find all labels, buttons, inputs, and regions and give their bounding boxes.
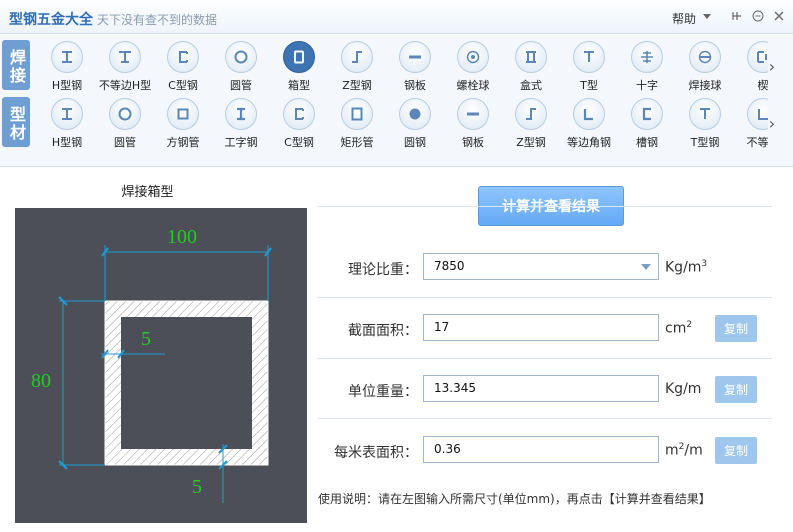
unequal-h-beam-icon[interactable] xyxy=(109,41,141,73)
area-unit: cm2 xyxy=(665,320,693,337)
welded-section-item[interactable]: Z型钢 xyxy=(328,37,386,95)
welded-section-item[interactable]: 盒式 xyxy=(502,37,560,95)
profile-section-item[interactable]: 钢板 xyxy=(444,94,502,152)
welded-section-item[interactable]: 楔 xyxy=(734,37,768,95)
welded-section-item[interactable]: 螺栓球 xyxy=(444,37,502,95)
profile-sections-row: H型钢圆管方钢管工字钢C型钢矩形管圆钢钢板Z型钢等边角钢槽钢T型钢不等边 xyxy=(38,94,768,152)
help-menu-button[interactable]: 帮助 xyxy=(672,10,696,27)
z-section-icon[interactable] xyxy=(515,98,547,130)
c-channel-icon[interactable] xyxy=(283,98,315,130)
box-section-icon[interactable] xyxy=(283,41,315,73)
width-dimension-label[interactable]: 100 xyxy=(167,226,197,248)
weight-label: 单位重量： xyxy=(348,384,418,400)
flange-thickness-label[interactable]: 5 xyxy=(192,476,202,498)
surface-label: 每米表面积： xyxy=(334,445,418,461)
round-bar-icon[interactable] xyxy=(399,98,431,130)
cross-section-icon[interactable] xyxy=(631,41,663,73)
h-beam-icon[interactable] xyxy=(51,98,83,130)
welded-ball-icon[interactable] xyxy=(689,41,721,73)
welded-section-item[interactable]: T型 xyxy=(560,37,618,95)
profile-section-item-label: 不等边 xyxy=(746,136,769,149)
steel-plate-icon[interactable] xyxy=(457,98,489,130)
channel-icon[interactable] xyxy=(631,98,663,130)
welded-section-item[interactable]: 箱型 xyxy=(270,37,328,95)
welded-section-item[interactable]: 十字 xyxy=(618,37,676,95)
welded-section-item[interactable]: C型钢 xyxy=(154,37,212,95)
welded-section-item[interactable]: 圆管 xyxy=(212,37,270,95)
weight-unit: Kg/m xyxy=(665,381,702,397)
profile-section-item[interactable]: C型钢 xyxy=(270,94,328,152)
diagram-title: 焊接箱型 xyxy=(121,185,174,200)
profile-section-item[interactable]: 矩形管 xyxy=(328,94,386,152)
area-label: 截面面积： xyxy=(348,323,418,339)
profile-section-item[interactable]: 工字钢 xyxy=(212,94,270,152)
category-tab-profiles[interactable]: 型材 xyxy=(2,97,30,147)
h-beam-icon[interactable] xyxy=(51,41,83,73)
profile-section-item[interactable]: Z型钢 xyxy=(502,94,560,152)
wall-thickness-label[interactable]: 5 xyxy=(141,328,151,350)
surface-field[interactable]: 0.36 xyxy=(423,436,659,463)
area-field[interactable]: 17 xyxy=(423,314,659,341)
box-type-icon[interactable] xyxy=(515,41,547,73)
surface-unit: m2/m xyxy=(665,442,703,459)
chevron-down-icon[interactable] xyxy=(703,14,711,19)
c-channel-icon[interactable] xyxy=(167,41,199,73)
divider xyxy=(318,358,772,359)
profile-section-item[interactable]: 不等边 xyxy=(734,94,768,152)
profile-section-item[interactable]: 槽钢 xyxy=(618,94,676,152)
profile-section-item[interactable]: 圆管 xyxy=(96,94,154,152)
usage-instructions: 使用说明：请在左图输入所需尺寸(单位mm)，再点击【计算并查看结果】 xyxy=(318,492,711,506)
close-icon[interactable] xyxy=(771,8,787,24)
bolt-ball-icon[interactable] xyxy=(457,41,489,73)
i-beam-icon[interactable] xyxy=(225,98,257,130)
title-bar: 型钢五金大全 天下没有查不到的数据 帮助 xyxy=(0,0,793,34)
round-tube-icon[interactable] xyxy=(225,41,257,73)
z-section-icon[interactable] xyxy=(341,41,373,73)
welded-section-item[interactable]: H型钢 xyxy=(38,37,96,95)
welded-section-item-label: 楔 xyxy=(757,79,769,92)
round-tube-icon[interactable] xyxy=(109,98,141,130)
profile-section-item[interactable]: 方钢管 xyxy=(154,94,212,152)
pin-icon[interactable] xyxy=(729,8,745,24)
welded-section-item[interactable]: 不等边H型 xyxy=(96,37,154,95)
profile-section-item[interactable]: 等边角钢 xyxy=(560,94,618,152)
density-label: 理论比重： xyxy=(348,262,418,278)
copy-weight-button[interactable]: 复制 xyxy=(715,376,757,403)
category-tab-welded[interactable]: 焊接 xyxy=(2,40,30,90)
profile-section-item[interactable]: T型钢 xyxy=(676,94,734,152)
density-select[interactable]: 7850 xyxy=(423,253,659,280)
main-content: 焊接箱型 100 80 5 5 计算并查看结果 理论比重： 7850 Kg/m3… xyxy=(0,168,793,532)
welded-section-item[interactable]: 焊接球 xyxy=(676,37,734,95)
minimize-icon[interactable] xyxy=(750,8,766,24)
density-unit: Kg/m3 xyxy=(665,259,708,276)
app-slogan: 天下没有查不到的数据 xyxy=(97,13,218,27)
section-toolbar: 焊接 型材 H型钢 不等边H型 C型钢 圆管 箱型 Z型钢 钢板 螺栓球 盒式 T型 十字 焊接球楔 … xyxy=(0,35,793,167)
welded-section-item[interactable]: 钢板 xyxy=(386,37,444,95)
equal-angle-icon[interactable] xyxy=(573,98,605,130)
t-section-icon[interactable] xyxy=(573,41,605,73)
height-dimension-label[interactable]: 80 xyxy=(31,370,51,392)
scroll-right-icon[interactable]: › xyxy=(765,114,779,134)
profile-section-item[interactable]: H型钢 xyxy=(38,94,96,152)
weight-field[interactable]: 13.345 xyxy=(423,375,659,402)
divider xyxy=(318,206,772,207)
square-tube-icon[interactable] xyxy=(167,98,199,130)
divider xyxy=(318,418,772,419)
welded-sections-row: H型钢 不等边H型 C型钢 圆管 箱型 Z型钢 钢板 螺栓球 盒式 T型 十字 焊接球楔 xyxy=(38,37,768,95)
chevron-down-icon[interactable] xyxy=(641,264,651,270)
rect-tube-icon[interactable] xyxy=(341,98,373,130)
divider xyxy=(318,297,772,298)
app-title: 型钢五金大全 xyxy=(9,12,93,28)
copy-surface-button[interactable]: 复制 xyxy=(715,437,757,464)
t-section-icon[interactable] xyxy=(689,98,721,130)
copy-area-button[interactable]: 复制 xyxy=(715,315,757,342)
profile-section-item[interactable]: 圆钢 xyxy=(386,94,444,152)
steel-plate-icon[interactable] xyxy=(399,41,431,73)
section-diagram: 100 80 5 5 xyxy=(15,208,307,523)
scroll-right-icon[interactable]: › xyxy=(765,57,779,77)
